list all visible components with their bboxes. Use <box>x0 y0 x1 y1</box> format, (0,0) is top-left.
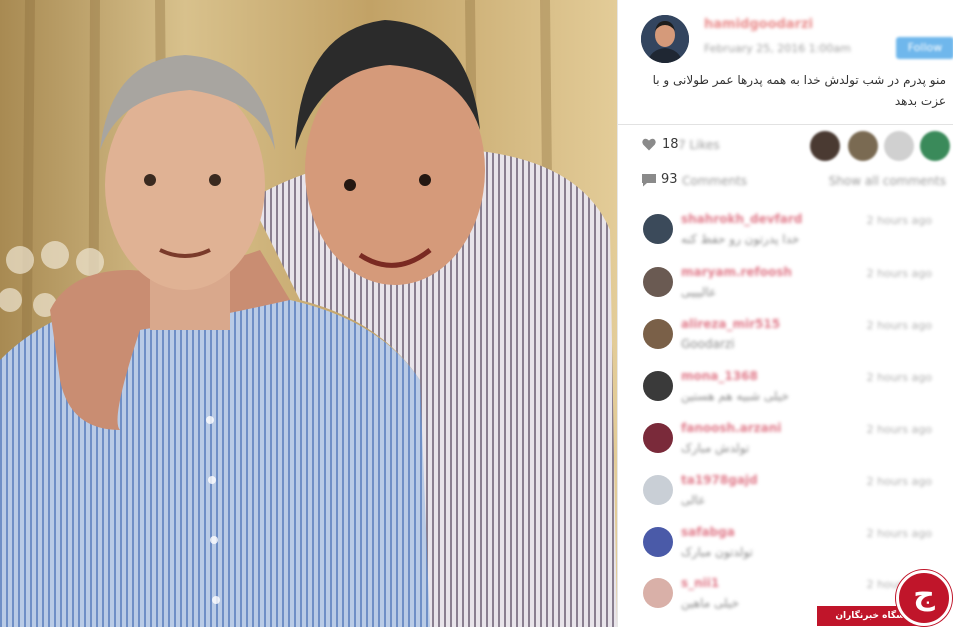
author-username[interactable]: hamidgoodarzi <box>704 17 813 32</box>
comment-avatar[interactable] <box>643 475 673 505</box>
comment-avatar[interactable] <box>643 371 673 401</box>
author-avatar[interactable] <box>641 15 689 63</box>
liker-avatar[interactable] <box>920 131 950 161</box>
post-photo <box>0 0 617 627</box>
comment-username[interactable]: safabga <box>681 525 735 539</box>
likes-row: 18 7 Likes <box>618 128 953 164</box>
divider <box>618 124 953 125</box>
comment-username[interactable]: s_nii1 <box>681 576 719 590</box>
comments-label: Comments <box>682 174 748 188</box>
comment-avatar[interactable] <box>643 423 673 453</box>
comment-item: mona_1368 خیلی شبیه هم هستین 2 hours ago <box>618 367 953 419</box>
likes-count: 18 <box>662 137 679 152</box>
comments-count: 93 <box>661 172 678 187</box>
comment-item: fanoosh.arzani تولدش مبارک 2 hours ago <box>618 419 953 471</box>
comment-time: 2 hours ago <box>866 423 932 436</box>
comment-item: ta1978gajd عالی 2 hours ago <box>618 471 953 523</box>
comment-avatar[interactable] <box>643 267 673 297</box>
comment-text: تولدش مبارک <box>681 441 750 455</box>
show-all-comments-link[interactable]: Show all comments <box>829 174 946 188</box>
watermark-logo: ج <box>896 570 952 626</box>
comment-username[interactable]: ta1978gajd <box>681 473 758 487</box>
comment-time: 2 hours ago <box>866 475 932 488</box>
post-header: hamidgoodarzi February 25, 2016 1:00am F… <box>618 0 953 66</box>
comment-avatar[interactable] <box>643 214 673 244</box>
comment-text: خدا پدرتون رو حفظ کنه <box>681 232 800 246</box>
comment-avatar[interactable] <box>643 578 673 608</box>
comment-username[interactable]: alireza_mir515 <box>681 317 780 331</box>
comment-text: عالی <box>681 493 706 507</box>
follow-button[interactable]: Follow <box>896 37 953 59</box>
comment-username[interactable]: shahrokh_devfard <box>681 212 802 226</box>
liker-avatar[interactable] <box>810 131 840 161</box>
comment-text: خیلی شبیه هم هستین <box>681 389 789 403</box>
comment-item: shahrokh_devfard خدا پدرتون رو حفظ کنه 2… <box>618 210 953 262</box>
likes-label: 7 Likes <box>678 138 720 152</box>
comment-username[interactable]: maryam.refoosh <box>681 265 792 279</box>
comment-time: 2 hours ago <box>866 319 932 332</box>
liker-avatar[interactable] <box>884 131 914 161</box>
comment-time: 2 hours ago <box>866 267 932 280</box>
comment-username[interactable]: fanoosh.arzani <box>681 421 781 435</box>
comment-text: عالیییی <box>681 285 717 299</box>
liker-avatar[interactable] <box>848 131 878 161</box>
comment-bubble-icon[interactable] <box>641 173 657 187</box>
comment-text: خیلی ماهین <box>681 596 739 610</box>
watermark-logo-glyph: ج <box>913 577 935 612</box>
comment-avatar[interactable] <box>643 319 673 349</box>
heart-icon[interactable] <box>642 138 656 151</box>
post-caption: منو پدرم در شب تولدش خدا به همه پدرها عم… <box>652 73 946 108</box>
post-sidebar: hamidgoodarzi February 25, 2016 1:00am F… <box>617 0 953 627</box>
comments-row: 93 Comments Show all comments <box>618 166 953 196</box>
comment-text: تولدتون مبارک <box>681 545 753 559</box>
comment-username[interactable]: mona_1368 <box>681 369 758 383</box>
comment-time: 2 hours ago <box>866 214 932 227</box>
comment-item: safabga تولدتون مبارک 2 hours ago <box>618 523 953 575</box>
comment-time: 2 hours ago <box>866 371 932 384</box>
photo-illustration <box>0 0 617 627</box>
comment-item: maryam.refoosh عالیییی 2 hours ago <box>618 263 953 315</box>
comment-item: alireza_mir515 Goodarzi 2 hours ago <box>618 315 953 367</box>
instagram-post-screenshot: hamidgoodarzi February 25, 2016 1:00am F… <box>0 0 953 627</box>
comment-text: Goodarzi <box>681 337 735 351</box>
post-timestamp: February 25, 2016 1:00am <box>704 42 851 55</box>
author-avatar-image <box>641 15 689 63</box>
comment-time: 2 hours ago <box>866 527 932 540</box>
comment-avatar[interactable] <box>643 527 673 557</box>
